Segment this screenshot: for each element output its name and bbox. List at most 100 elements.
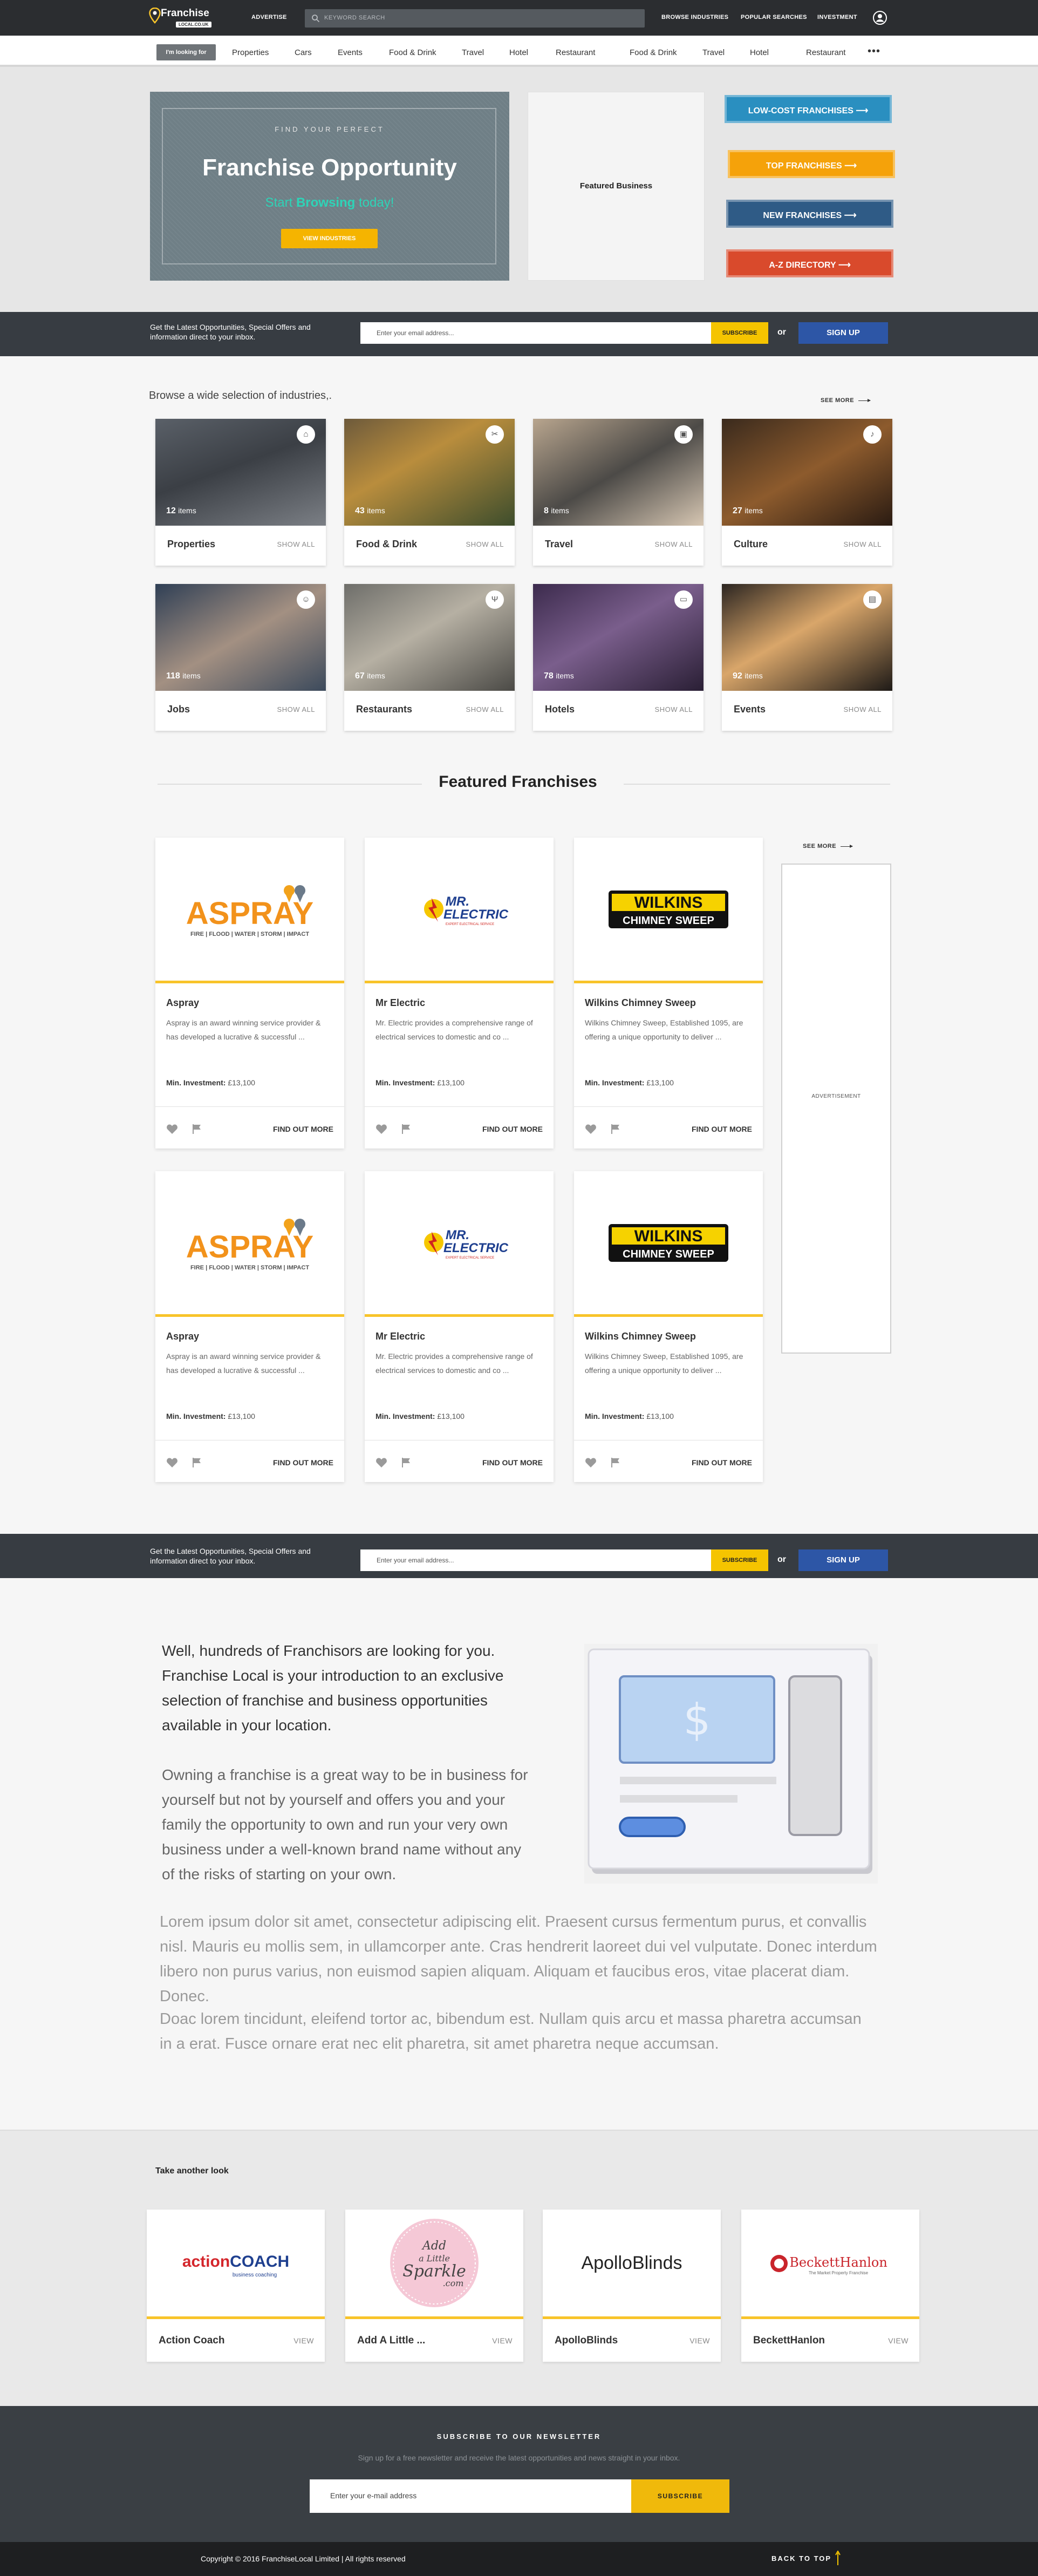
- find-out-more-link[interactable]: FIND OUT MORE: [482, 1458, 543, 1467]
- arrow-right-icon: [858, 398, 871, 402]
- footer-email-input[interactable]: Enter your e-mail address: [310, 2479, 631, 2513]
- category-properties[interactable]: Properties: [232, 48, 269, 57]
- find-out-more-link[interactable]: FIND OUT MORE: [273, 1125, 333, 1133]
- show-all-link[interactable]: SHOW ALL: [277, 540, 315, 548]
- aspray-logo: ASPRAYFIRE | FLOOD | WATER | STORM | IMP…: [186, 885, 313, 937]
- find-out-more-link[interactable]: FIND OUT MORE: [692, 1458, 752, 1467]
- view-industries-button[interactable]: VIEW INDUSTRIES: [281, 229, 378, 248]
- az-directory-button[interactable]: A-Z DIRECTORY ⟶: [726, 249, 893, 277]
- heart-icon[interactable]: [375, 1457, 387, 1468]
- find-out-more-link[interactable]: FIND OUT MORE: [692, 1125, 752, 1133]
- industry-card-properties[interactable]: ⌂ 12 items Properties SHOW ALL: [155, 419, 326, 566]
- view-link[interactable]: VIEW: [689, 2336, 710, 2345]
- industry-card-hotels[interactable]: ▭ 78 items Hotels SHOW ALL: [533, 584, 704, 731]
- category-events[interactable]: Events: [338, 48, 363, 57]
- top-franchises-button[interactable]: TOP FRANCHISES ⟶: [728, 150, 895, 178]
- flag-icon[interactable]: [192, 1457, 202, 1468]
- category-cars[interactable]: Cars: [295, 48, 312, 57]
- franchise-description: Mr. Electric provides a comprehensive ra…: [375, 1018, 533, 1041]
- industry-card-culture[interactable]: ♪ 27 items Culture SHOW ALL: [722, 419, 892, 566]
- investment-value: £13,100: [646, 1412, 674, 1420]
- category-restaurant-2[interactable]: Restaurant: [806, 48, 845, 57]
- advertisement-slot[interactable]: [781, 864, 891, 1354]
- heart-icon[interactable]: [166, 1457, 178, 1468]
- industry-card-food-drink[interactable]: ✂ 43 items Food & Drink SHOW ALL: [344, 419, 515, 566]
- category-hotel[interactable]: Hotel: [509, 48, 528, 57]
- sign-up-button[interactable]: SIGN UP: [798, 1549, 888, 1571]
- nav-investment[interactable]: INVESTMENT: [817, 14, 857, 21]
- show-all-link[interactable]: SHOW ALL: [655, 705, 693, 713]
- flag-icon[interactable]: [401, 1124, 411, 1134]
- flag-icon[interactable]: [401, 1457, 411, 1468]
- industries-see-more-link[interactable]: SEE MORE: [821, 397, 871, 404]
- wilkins-logo: WILKINS CHIMNEY SWEEP: [609, 891, 728, 928]
- nav-advertise[interactable]: ADVERTISE: [251, 14, 287, 21]
- category-hotel-2[interactable]: Hotel: [750, 48, 769, 57]
- more-categories-button[interactable]: •••: [868, 45, 880, 58]
- franchise-card[interactable]: ASPRAY FIRE | FLOOD | WATER | STORM | IMP…: [155, 1171, 344, 1482]
- flag-icon[interactable]: [611, 1124, 620, 1134]
- fork-knife-icon: Ψ: [486, 590, 504, 609]
- franchise-name: Aspray: [166, 1331, 200, 1342]
- newsletter-email-input[interactable]: Enter your email address...: [360, 322, 711, 344]
- heart-icon[interactable]: [375, 1124, 387, 1134]
- heart-icon[interactable]: [585, 1457, 597, 1468]
- sign-up-button[interactable]: SIGN UP: [798, 322, 888, 344]
- nav-browse-industries[interactable]: BROWSE INDUSTRIES: [661, 14, 728, 21]
- industry-card-restaurants[interactable]: Ψ 67 items Restaurants SHOW ALL: [344, 584, 515, 731]
- another-franchise-card[interactable]: Add a Little Sparkle .com Add A Little ... VI…: [345, 2210, 523, 2362]
- search-input[interactable]: KEYWORD SEARCH: [305, 9, 645, 28]
- franchise-description: Aspray is an award winning service provi…: [166, 1352, 321, 1375]
- franchise-card[interactable]: MR. ELECTRIC EXPERT ELECTRICAL SERVICE Mr E…: [365, 838, 554, 1148]
- show-all-link[interactable]: SHOW ALL: [844, 540, 882, 548]
- logo-title: Franchise: [161, 8, 209, 19]
- franchise-card[interactable]: MR. ELECTRIC EXPERT ELECTRICAL SERVICE Mr E…: [365, 1171, 554, 1482]
- show-all-link[interactable]: SHOW ALL: [655, 540, 693, 548]
- arrow-up-icon[interactable]: [835, 2551, 841, 2566]
- another-franchise-card[interactable]: actionCOACH business coaching Action Coach…: [147, 2210, 325, 2362]
- show-all-link[interactable]: SHOW ALL: [277, 705, 315, 713]
- franchise-card[interactable]: ASPRAY FIRE | FLOOD | WATER | STORM | IMP…: [155, 838, 344, 1148]
- newsletter-subscribe-button[interactable]: SUBSCRIBE: [711, 1549, 768, 1571]
- low-cost-franchises-button[interactable]: LOW-COST FRANCHISES ⟶: [725, 95, 892, 123]
- flag-icon[interactable]: [192, 1124, 202, 1134]
- find-out-more-link[interactable]: FIND OUT MORE: [482, 1125, 543, 1133]
- new-franchises-button[interactable]: NEW FRANCHISES ⟶: [726, 200, 893, 228]
- heart-icon[interactable]: [166, 1124, 178, 1134]
- another-franchise-card[interactable]: ApolloBlinds ApolloBlinds VIEW: [543, 2210, 721, 2362]
- footer-subscribe-button[interactable]: SUBSCRIBE: [631, 2479, 729, 2513]
- show-all-link[interactable]: SHOW ALL: [466, 540, 504, 548]
- newsletter-subscribe-button[interactable]: SUBSCRIBE: [711, 322, 768, 344]
- category-food-drink[interactable]: Food & Drink: [389, 48, 436, 57]
- logo[interactable]: Franchise LOCAL.CO.UK: [149, 6, 219, 30]
- featured-see-more-link[interactable]: SEE MORE: [803, 843, 853, 849]
- user-account-icon[interactable]: [872, 10, 887, 25]
- find-out-more-link[interactable]: FIND OUT MORE: [273, 1458, 333, 1467]
- industry-card-jobs[interactable]: ☺ 118 items Jobs SHOW ALL: [155, 584, 326, 731]
- category-restaurant[interactable]: Restaurant: [556, 48, 595, 57]
- view-link[interactable]: VIEW: [293, 2336, 314, 2345]
- show-all-link[interactable]: SHOW ALL: [844, 705, 882, 713]
- industry-card-events[interactable]: ▤ 92 items Events SHOW ALL: [722, 584, 892, 731]
- franchise-card[interactable]: WILKINS CHIMNEY SWEEP Wilkins Chimney Swee…: [574, 1171, 763, 1482]
- flag-icon[interactable]: [611, 1457, 620, 1468]
- nav-popular-searches[interactable]: POPULAR SEARCHES: [741, 14, 807, 21]
- another-franchise-card[interactable]: BeckettHanlon The Market Property Franchi…: [741, 2210, 919, 2362]
- email-placeholder: Enter your email address...: [377, 1557, 454, 1564]
- category-travel[interactable]: Travel: [462, 48, 484, 57]
- view-link[interactable]: VIEW: [492, 2336, 513, 2345]
- view-link[interactable]: VIEW: [888, 2336, 909, 2345]
- svg-text:FIRE | FLOOD | WATER | STORM |: FIRE | FLOOD | WATER | STORM | IMPACT: [190, 931, 309, 937]
- svg-text:EXPERT ELECTRICAL SERVICE: EXPERT ELECTRICAL SERVICE: [446, 923, 494, 926]
- ticket-icon: ▤: [863, 590, 882, 609]
- category-travel-2[interactable]: Travel: [702, 48, 725, 57]
- show-all-link[interactable]: SHOW ALL: [466, 705, 504, 713]
- svg-text:MR.: MR.: [446, 894, 469, 909]
- newsletter-email-input[interactable]: Enter your email address...: [360, 1549, 711, 1571]
- heart-icon[interactable]: [585, 1124, 597, 1134]
- industry-card-travel[interactable]: ▣ 8 items Travel SHOW ALL: [533, 419, 704, 566]
- category-food-drink-2[interactable]: Food & Drink: [630, 48, 677, 57]
- franchise-card[interactable]: WILKINS CHIMNEY SWEEP Wilkins Chimney Swee…: [574, 838, 763, 1148]
- industries-title: Browse a wide selection of industries,.: [149, 390, 332, 402]
- back-to-top-link[interactable]: BACK TO TOP: [771, 2554, 831, 2563]
